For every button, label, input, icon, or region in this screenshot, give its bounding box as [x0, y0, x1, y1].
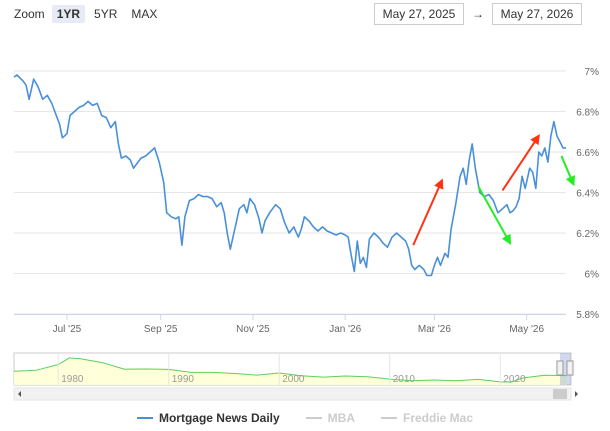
legend-label: Freddie Mac	[403, 411, 474, 425]
y-tick-label: 7%	[585, 67, 600, 78]
legend-item-mba[interactable]: MBA	[305, 411, 355, 425]
x-tick-label: Jan '26	[329, 324, 361, 335]
navigator-handle-right	[566, 360, 574, 376]
x-tick-label: Jul '25	[53, 324, 82, 335]
navigator-handle-left	[556, 360, 564, 376]
legend-item-mortgage-news-daily[interactable]: Mortgage News Daily	[136, 411, 280, 425]
legend-label: MBA	[327, 411, 355, 425]
arrow-down-annotation	[560, 155, 576, 187]
navigator-tick-label: 2020	[503, 374, 526, 385]
y-tick-label: 6.2%	[576, 229, 599, 240]
legend-label: Mortgage News Daily	[158, 411, 280, 425]
navigator-tick-label: 2000	[282, 374, 305, 385]
y-tick-label: 5.8%	[576, 310, 599, 321]
navigator-tick-label: 1980	[61, 374, 84, 385]
navigator[interactable]: 1980 1990 2000 2010 2020	[13, 352, 578, 401]
y-tick-label: 6.4%	[576, 189, 599, 200]
x-tick-label: May '26	[509, 324, 544, 335]
series-line-mortgage-news-daily	[13, 74, 566, 277]
scroll-right-icon	[575, 391, 578, 397]
x-tick-label: Sep '25	[144, 324, 178, 335]
x-tick-label: Nov '25	[236, 324, 270, 335]
arrow-up-annotation	[412, 178, 444, 246]
legend-line-icon	[381, 417, 397, 419]
x-tick-label: Mar '26	[418, 324, 451, 335]
navigator-tick-label: 1990	[172, 374, 195, 385]
grid-lines	[14, 70, 566, 315]
legend: Mortgage News Daily MBA Freddie Mac	[0, 411, 610, 425]
arrow-down-annotation	[477, 185, 512, 245]
navigator-tick-label: 2010	[393, 374, 416, 385]
y-tick-label: 6.6%	[576, 148, 599, 159]
scrollbar-thumb	[553, 389, 567, 399]
legend-line-icon	[136, 417, 153, 419]
y-tick-label: 6%	[585, 270, 600, 281]
y-axis-labels: 5.8% 6% 6.2% 6.4% 6.6% 6.8% 7%	[576, 67, 599, 321]
legend-line-icon	[305, 417, 322, 419]
x-axis-labels: Jul '25 Sep '25 Nov '25 Jan '26 Mar '26 May '…	[53, 314, 544, 335]
y-tick-label: 6.8%	[576, 108, 599, 119]
scrollbar-track	[13, 387, 572, 401]
legend-item-freddie-mac[interactable]: Freddie Mac	[381, 411, 473, 425]
series-layer	[13, 74, 566, 277]
rate-chart: 5.8% 6% 6.2% 6.4% 6.6% 6.8% 7% Jul '25 Sep '25 N…	[13, 67, 599, 401]
